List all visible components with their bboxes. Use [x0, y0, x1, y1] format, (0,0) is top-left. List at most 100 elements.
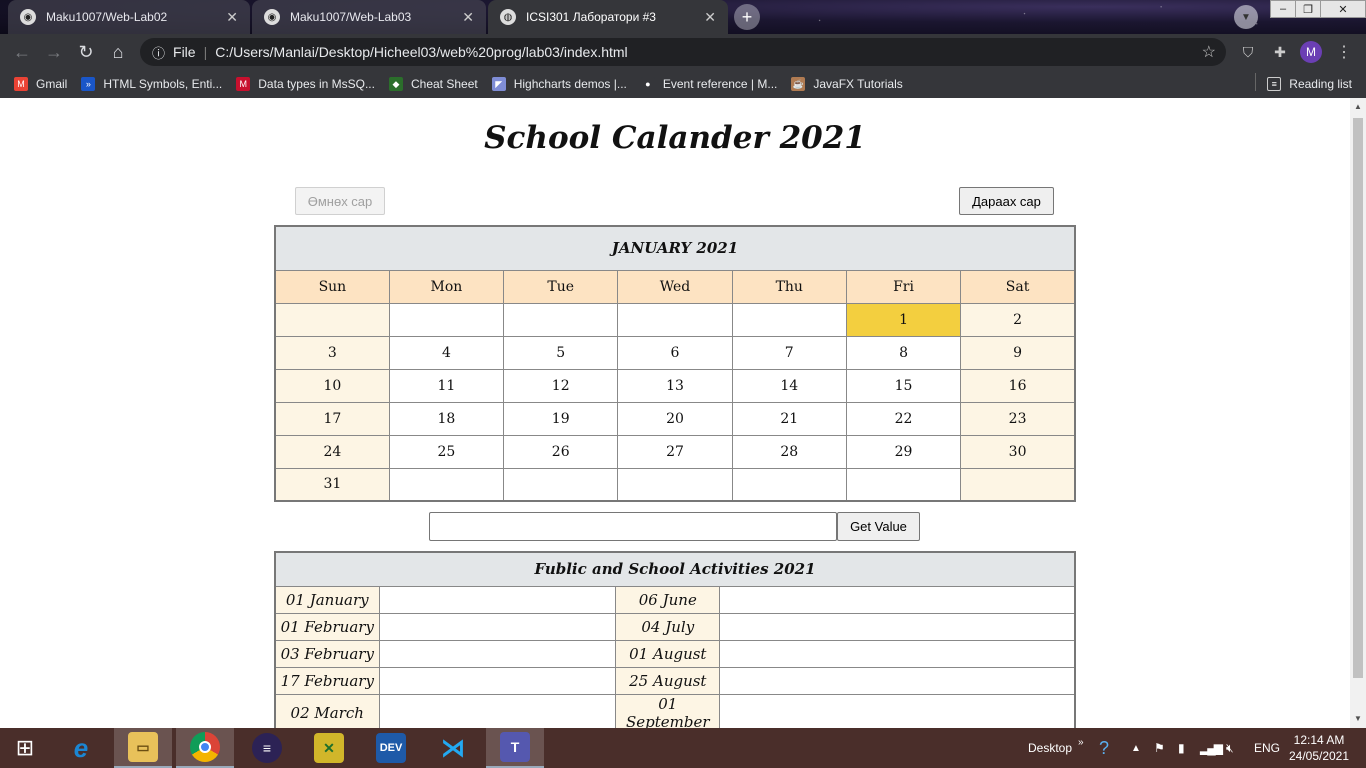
close-tab-icon[interactable]: ✕	[462, 9, 474, 26]
calendar-day-cell[interactable]: 12	[503, 368, 619, 403]
taskbar-app-eclipse[interactable]: ≡	[238, 728, 296, 768]
calendar-day-cell[interactable]: 11	[388, 368, 505, 403]
minimize-window-button[interactable]: –	[1270, 0, 1296, 18]
tray-expand-icon[interactable]: ▲	[1131, 728, 1141, 768]
taskbar-app-edge[interactable]: e	[52, 728, 110, 768]
taskbar-app-file-explorer[interactable]: ▭	[114, 728, 172, 768]
bookmark-html-symbols[interactable]: » HTML Symbols, Enti...	[81, 77, 222, 91]
url-text[interactable]: C:/Users/Manlai/Desktop/Hicheel03/web%20…	[215, 44, 627, 60]
calendar-day-cell[interactable]: 13	[617, 368, 733, 403]
calendar-day-cell[interactable]: 21	[731, 401, 847, 436]
back-arrow-icon[interactable]: ←	[6, 36, 38, 68]
calendar-day-cell[interactable]: 24	[274, 434, 390, 469]
calendar-day-cell[interactable]: 14	[731, 368, 847, 403]
forward-arrow-icon[interactable]: →	[38, 36, 70, 68]
close-tab-icon[interactable]: ✕	[704, 9, 716, 26]
bookmark-event-reference[interactable]: ● Event reference | M...	[640, 77, 777, 91]
bookmark-javafx[interactable]: ☕ JavaFX Tutorials	[791, 77, 903, 91]
calendar-day-cell[interactable]: 19	[503, 401, 619, 436]
bookmark-highcharts[interactable]: ◤ Highcharts demos |...	[491, 77, 627, 91]
tab-search-icon[interactable]: ▼	[1234, 5, 1258, 29]
calendar-day-cell[interactable]	[960, 467, 1076, 502]
reload-icon[interactable]: ↻	[70, 36, 102, 68]
calendar-day-cell[interactable]: 4	[388, 335, 505, 370]
battery-icon[interactable]: ▮	[1178, 728, 1185, 768]
calendar-day-cell[interactable]: 6	[617, 335, 733, 370]
calendar-day-cell[interactable]	[617, 302, 733, 337]
calendar-day-cell[interactable]	[503, 467, 619, 502]
calendar-day-cell[interactable]: 20	[617, 401, 733, 436]
browser-tab[interactable]: ◉ Maku1007/Web-Lab02 ✕	[8, 0, 250, 34]
close-window-button[interactable]: ✕	[1320, 0, 1366, 18]
system-clock[interactable]: 12:14 AM 24/05/2021	[1286, 732, 1352, 764]
home-icon[interactable]: ⌂	[102, 36, 134, 68]
calendar-day-cell[interactable]: 23	[960, 401, 1076, 436]
profile-avatar[interactable]: M	[1300, 41, 1322, 63]
calendar-day-cell[interactable]: 1	[845, 302, 962, 337]
site-info-icon[interactable]: ⓘ	[152, 43, 165, 62]
bookmark-star-icon[interactable]: ☆	[1202, 42, 1216, 62]
scroll-down-arrow-icon[interactable]: ▼	[1354, 714, 1362, 723]
show-desktop-toolbar[interactable]: Desktop »	[1028, 728, 1084, 768]
calendar-day-cell[interactable]: 2	[960, 302, 1076, 337]
calendar-day-cell[interactable]: 31	[274, 467, 390, 502]
taskbar-app-chrome[interactable]	[176, 728, 234, 768]
scrollbar-thumb[interactable]	[1353, 118, 1363, 678]
calendar-day-cell[interactable]: 5	[503, 335, 619, 370]
calendar-day-cell[interactable]	[388, 467, 505, 502]
restore-window-button[interactable]: ❐	[1295, 0, 1321, 18]
calendar-day-cell[interactable]: 15	[845, 368, 962, 403]
calendar-day-cell[interactable]	[274, 302, 390, 337]
calendar-day-cell[interactable]: 10	[274, 368, 390, 403]
calendar-day-cell[interactable]: 7	[731, 335, 847, 370]
calendar-day-cell[interactable]: 9	[960, 335, 1076, 370]
calendar-day-cell[interactable]: 22	[845, 401, 962, 436]
extensions-puzzle-icon[interactable]: ✚	[1270, 42, 1290, 62]
bookmark-cheat-sheet[interactable]: ◆ Cheat Sheet	[388, 77, 478, 91]
input-language[interactable]: ENG	[1254, 728, 1280, 768]
bookmark-gmail[interactable]: M Gmail	[14, 77, 67, 91]
calendar-day-cell[interactable]: 29	[845, 434, 962, 469]
calendar-day-cell[interactable]: 28	[731, 434, 847, 469]
calendar-day-cell[interactable]: 17	[274, 401, 390, 436]
devcpp-icon: DEV	[376, 733, 406, 763]
page-scrollbar[interactable]: ▲ ▼	[1350, 98, 1366, 728]
browser-menu-icon[interactable]: ⋮	[1336, 42, 1352, 62]
calendar-day-cell[interactable]	[617, 467, 733, 502]
calendar-day-cell[interactable]: 25	[388, 434, 505, 469]
help-icon[interactable]: ?	[1099, 728, 1109, 768]
reading-list-button[interactable]: ≡ Reading list	[1255, 73, 1352, 91]
calendar-day-cell[interactable]: 18	[388, 401, 505, 436]
taskbar-app-teams[interactable]: T	[486, 728, 544, 768]
calendar-day-cell[interactable]: 27	[617, 434, 733, 469]
new-tab-button[interactable]: +	[734, 4, 760, 30]
next-month-button[interactable]: Дараах сар	[959, 187, 1054, 215]
previous-month-button[interactable]: Өмнөх сар	[295, 187, 385, 215]
browser-tab[interactable]: ◉ Maku1007/Web-Lab03 ✕	[252, 0, 486, 34]
calendar-day-cell[interactable]: 26	[503, 434, 619, 469]
calendar-day-cell[interactable]	[731, 467, 847, 502]
calendar-day-cell[interactable]	[388, 302, 505, 337]
address-bar[interactable]: ⓘ File | C:/Users/Manlai/Desktop/Hicheel…	[140, 38, 1226, 66]
calendar-day-cell[interactable]: 3	[274, 335, 390, 370]
taskbar-app-vscode[interactable]: ⋊	[424, 728, 482, 768]
taskbar-app-devcpp[interactable]: DEV	[362, 728, 420, 768]
browser-tab-active[interactable]: ◍ ICSI301 Лаборатори #3 ✕	[488, 0, 728, 34]
calendar-day-cell[interactable]	[503, 302, 619, 337]
scroll-up-arrow-icon[interactable]: ▲	[1354, 102, 1362, 111]
bookmark-mssql[interactable]: M Data types in MsSQ...	[236, 77, 375, 91]
start-button[interactable]: ⊞	[0, 728, 50, 768]
shield-extension-icon[interactable]: ⛉	[1238, 42, 1258, 62]
get-value-button[interactable]: Get Value	[837, 512, 920, 541]
close-tab-icon[interactable]: ✕	[226, 9, 238, 26]
volume-muted-icon[interactable]: 🔇︎	[1226, 728, 1234, 768]
calendar-day-cell[interactable]: 30	[960, 434, 1076, 469]
calendar-day-cell[interactable]: 8	[845, 335, 962, 370]
calendar-day-cell[interactable]: 16	[960, 368, 1076, 403]
action-flag-icon[interactable]: ⚑	[1154, 728, 1165, 768]
calendar-day-cell[interactable]	[845, 467, 962, 502]
taskbar-app-sql-tool[interactable]: ✕	[300, 728, 358, 768]
network-signal-icon[interactable]: ▂▄▆	[1200, 728, 1223, 768]
calendar-day-cell[interactable]	[731, 302, 847, 337]
value-input[interactable]	[429, 512, 837, 541]
